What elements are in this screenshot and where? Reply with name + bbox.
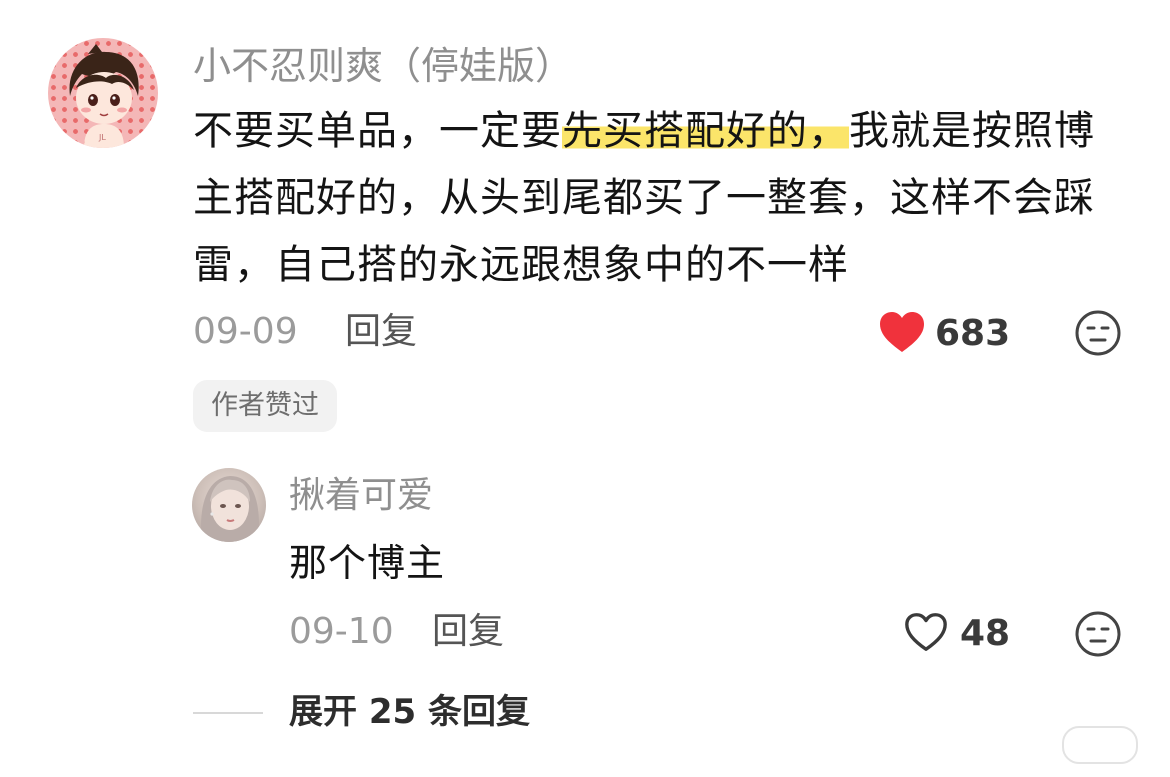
reply-reply-button[interactable]: 回复 [432, 612, 504, 652]
like-count: 683 [935, 313, 1011, 354]
comment-text-start: 不要买单品，一定要 [193, 108, 562, 154]
reply-username[interactable]: 揪着可爱 [289, 474, 433, 518]
heart-outline-icon [905, 613, 947, 651]
like-button[interactable] [878, 310, 926, 356]
avatar-illustration: JL [69, 44, 139, 148]
reply-avatar-illustration [201, 476, 259, 542]
comment-text: 不要买单品，一定要先买搭配好的，我就是按照博主搭配好的，从头到尾都买了一整套，这… [193, 98, 1128, 299]
avatar[interactable]: JL [48, 38, 158, 148]
reply-date: 09-10 [289, 611, 394, 652]
neutral-face-icon [1075, 611, 1121, 657]
comment-text-highlight: 先买搭配好的， [562, 108, 849, 154]
reply-text: 那个博主 [289, 541, 446, 585]
comment-date: 09-09 [193, 311, 298, 352]
reply-like-count: 48 [960, 613, 1011, 654]
reply-dislike-button[interactable] [1074, 610, 1122, 658]
watermark-logo [1062, 726, 1138, 764]
reply-avatar[interactable] [192, 468, 266, 542]
comment-username[interactable]: 小不忍则爽（停娃版） [193, 44, 573, 88]
neutral-face-icon [1075, 310, 1121, 356]
dislike-button[interactable] [1074, 309, 1122, 357]
reply-like-button[interactable] [903, 610, 949, 654]
expand-replies-button[interactable]: 展开 25 条回复 [289, 692, 530, 732]
expand-divider [193, 712, 263, 714]
reply-button[interactable]: 回复 [345, 312, 417, 352]
heart-filled-icon [880, 312, 924, 352]
author-liked-badge: 作者赞过 [193, 380, 337, 432]
svg-text:JL: JL [98, 133, 106, 142]
